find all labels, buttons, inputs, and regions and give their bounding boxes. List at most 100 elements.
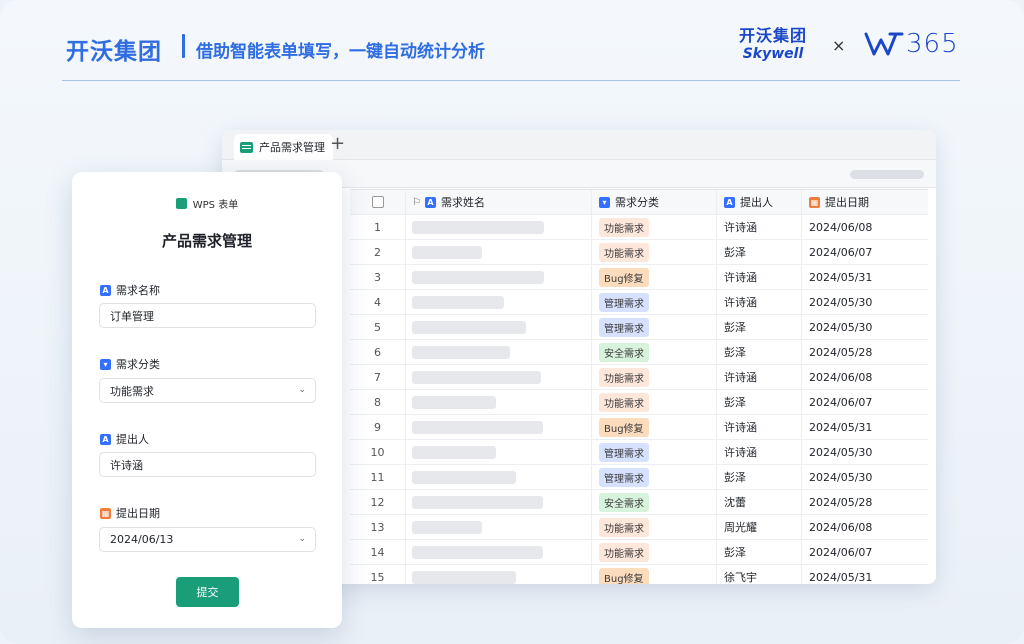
person-cell[interactable]: 许诗涵 [717, 415, 802, 439]
table-row[interactable]: 13 功能需求 周光耀 2024/06/08 [350, 515, 928, 540]
table-row[interactable]: 11 管理需求 彭泽 2024/05/30 [350, 465, 928, 490]
category-cell[interactable]: 功能需求 [592, 390, 717, 414]
tab-label: 产品需求管理 [259, 141, 325, 154]
date-cell[interactable]: 2024/05/31 [802, 415, 928, 439]
date-cell[interactable]: 2024/05/28 [802, 340, 928, 364]
date-cell[interactable]: 2024/05/28 [802, 490, 928, 514]
name-cell[interactable] [406, 490, 592, 514]
select-field-icon: ▾ [100, 358, 111, 370]
name-cell[interactable] [406, 240, 592, 264]
name-cell[interactable] [406, 290, 592, 314]
name-cell[interactable] [406, 265, 592, 289]
category-cell[interactable]: 管理需求 [592, 465, 717, 489]
page-background: 开沃集团 借助智能表单填写，一键自动统计分析 开沃集团 Skywell × 36… [0, 0, 1024, 644]
date-cell[interactable]: 2024/05/30 [802, 440, 928, 464]
table-row[interactable]: 4 管理需求 许诗涵 2024/05/30 [350, 290, 928, 315]
table-row[interactable]: 12 安全需求 沈蕾 2024/05/28 [350, 490, 928, 515]
table-row[interactable]: 14 功能需求 彭泽 2024/06/07 [350, 540, 928, 565]
person-cell[interactable]: 周光耀 [717, 515, 802, 539]
table-row[interactable]: 6 安全需求 彭泽 2024/05/28 [350, 340, 928, 365]
column-header-category[interactable]: ▾ 需求分类 [592, 190, 717, 214]
table-row[interactable]: 2 功能需求 彭泽 2024/06/07 [350, 240, 928, 265]
category-cell[interactable]: 功能需求 [592, 215, 717, 239]
name-cell[interactable] [406, 390, 592, 414]
category-cell[interactable]: Bug修复 [592, 415, 717, 439]
redacted-text-placeholder [412, 245, 482, 259]
column-header-person[interactable]: A 提出人 [717, 190, 802, 214]
name-cell[interactable] [406, 515, 592, 539]
person-cell[interactable]: 徐飞宇 [717, 565, 802, 584]
category-cell[interactable]: 功能需求 [592, 365, 717, 389]
column-header-date[interactable]: ▦ 提出日期 [802, 190, 928, 214]
category-cell[interactable]: 管理需求 [592, 440, 717, 464]
add-tab-button[interactable]: + [330, 133, 345, 155]
name-cell[interactable] [406, 365, 592, 389]
name-cell[interactable] [406, 440, 592, 464]
person-cell[interactable]: 彭泽 [717, 340, 802, 364]
table-row[interactable]: 15 Bug修复 徐飞宇 2024/05/31 [350, 565, 928, 584]
person-cell[interactable]: 彭泽 [717, 390, 802, 414]
date-cell[interactable]: 2024/06/07 [802, 390, 928, 414]
wps-form-icon [175, 198, 187, 209]
table-row[interactable]: 8 功能需求 彭泽 2024/06/07 [350, 390, 928, 415]
person-cell[interactable]: 彭泽 [717, 315, 802, 339]
person-cell[interactable]: 许诗涵 [717, 365, 802, 389]
table-row[interactable]: 5 管理需求 彭泽 2024/05/30 [350, 315, 928, 340]
field-label-category: ▾ 需求分类 [100, 356, 160, 372]
person-cell[interactable]: 许诗涵 [717, 290, 802, 314]
date-cell[interactable]: 2024/06/07 [802, 240, 928, 264]
select-all-checkbox[interactable] [371, 196, 384, 208]
name-cell[interactable] [406, 540, 592, 564]
category-cell[interactable]: 功能需求 [592, 240, 717, 264]
category-cell[interactable]: Bug修复 [592, 565, 717, 584]
category-cell[interactable]: 功能需求 [592, 540, 717, 564]
category-cell[interactable]: 安全需求 [592, 340, 717, 364]
person-cell[interactable]: 许诗涵 [717, 215, 802, 239]
date-cell[interactable]: 2024/05/30 [802, 315, 928, 339]
person-input[interactable]: 许诗涵 [99, 452, 316, 477]
person-cell[interactable]: 彭泽 [717, 240, 802, 264]
tab-product-requirements[interactable]: 产品需求管理 [234, 134, 333, 160]
date-cell[interactable]: 2024/05/31 [802, 565, 928, 584]
date-cell[interactable]: 2024/05/31 [802, 265, 928, 289]
person-cell[interactable]: 许诗涵 [717, 265, 802, 289]
date-cell[interactable]: 2024/06/08 [802, 515, 928, 539]
field-label-name: A 需求名称 [100, 282, 160, 298]
category-tag: Bug修复 [599, 417, 649, 437]
category-cell[interactable]: 管理需求 [592, 290, 717, 314]
category-cell[interactable]: 安全需求 [592, 490, 717, 514]
category-cell[interactable]: Bug修复 [592, 265, 717, 289]
name-cell[interactable] [406, 315, 592, 339]
person-cell[interactable]: 彭泽 [717, 465, 802, 489]
person-cell[interactable]: 彭泽 [717, 540, 802, 564]
submit-button[interactable]: 提交 [176, 577, 239, 607]
table-row[interactable]: 9 Bug修复 许诗涵 2024/05/31 [350, 415, 928, 440]
date-cell[interactable]: 2024/06/07 [802, 540, 928, 564]
category-tag: 管理需求 [599, 292, 649, 312]
name-input[interactable]: 订单管理 [99, 303, 316, 328]
date-cell[interactable]: 2024/05/30 [802, 465, 928, 489]
category-select[interactable]: 功能需求 ⌄ [99, 378, 316, 403]
column-header-name[interactable]: ⚐ A 需求姓名 [406, 190, 592, 214]
name-cell[interactable] [406, 415, 592, 439]
name-cell[interactable] [406, 465, 592, 489]
person-cell[interactable]: 沈蕾 [717, 490, 802, 514]
name-cell[interactable] [406, 565, 592, 584]
table-row[interactable]: 10 管理需求 许诗涵 2024/05/30 [350, 440, 928, 465]
date-cell[interactable]: 2024/06/08 [802, 215, 928, 239]
table-row[interactable]: 7 功能需求 许诗涵 2024/06/08 [350, 365, 928, 390]
date-cell[interactable]: 2024/06/08 [802, 365, 928, 389]
category-cell[interactable]: 功能需求 [592, 515, 717, 539]
redacted-text-placeholder [412, 220, 544, 234]
table-row[interactable]: 1 功能需求 许诗涵 2024/06/08 [350, 215, 928, 240]
person-cell[interactable]: 许诗涵 [717, 440, 802, 464]
name-cell[interactable] [406, 215, 592, 239]
row-number: 10 [350, 440, 406, 464]
date-cell[interactable]: 2024/05/30 [802, 290, 928, 314]
select-all-cell[interactable] [350, 190, 406, 214]
name-cell[interactable] [406, 340, 592, 364]
date-picker[interactable]: 2024/06/13 ⌄ [99, 527, 316, 552]
category-cell[interactable]: 管理需求 [592, 315, 717, 339]
table-row[interactable]: 3 Bug修复 许诗涵 2024/05/31 [350, 265, 928, 290]
column-header-label: 需求姓名 [440, 196, 485, 209]
